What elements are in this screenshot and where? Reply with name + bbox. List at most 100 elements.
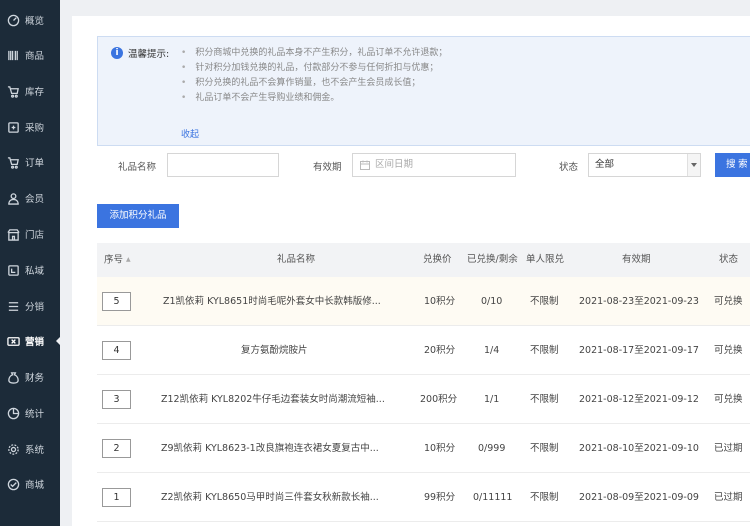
limit-cell: 不限制 bbox=[530, 443, 559, 454]
gift-name-cell: Z2凯依莉 KYL8650马甲时尚三件套女秋新款长袖... bbox=[161, 492, 379, 503]
limit-cell: 不限制 bbox=[530, 394, 559, 405]
main-content: i 温馨提示: 积分商城中兑换的礼品本身不产生积分，礼品订单不允许退款； 针对积… bbox=[72, 16, 750, 526]
seq-input[interactable]: 2 bbox=[102, 439, 131, 458]
gift-name-cell: Z12凯依莉 KYL8202牛仔毛边套装女时尚潮流短袖... bbox=[161, 394, 385, 405]
private-domain-icon bbox=[7, 264, 20, 277]
dashboard-icon bbox=[7, 14, 20, 27]
collapse-link[interactable]: 收起 bbox=[181, 127, 199, 140]
sidebar-item-stores[interactable]: 门店 bbox=[0, 220, 60, 248]
validity-date-range-input[interactable]: 区间日期 bbox=[352, 153, 516, 177]
sidebar-item-purchase[interactable]: 采购 bbox=[0, 113, 60, 141]
sidebar-item-label: 商品 bbox=[25, 51, 45, 62]
add-points-gift-button[interactable]: 添加积分礼品 bbox=[97, 204, 179, 228]
user-icon bbox=[7, 192, 20, 205]
menu-icon bbox=[7, 300, 20, 313]
validity-cell: 2021-08-23至2021-09-23 bbox=[579, 296, 699, 307]
sidebar-item-products[interactable]: 商品 bbox=[0, 41, 60, 69]
seq-input[interactable]: 3 bbox=[102, 390, 131, 409]
notice-item: 针对积分加钱兑换的礼品，付款部分不参与任何折扣与优惠； bbox=[181, 61, 447, 76]
status-cell: 可兑换 bbox=[714, 394, 743, 405]
sidebar-item-statistics[interactable]: 统计 bbox=[0, 399, 60, 427]
seq-input[interactable]: 5 bbox=[102, 292, 131, 311]
gift-name-cell: 复方氨酚烷胺片 bbox=[241, 345, 308, 356]
sidebar-item-label: 系统 bbox=[25, 445, 45, 456]
cart-icon bbox=[7, 85, 20, 98]
sidebar-item-label: 会员 bbox=[25, 194, 45, 205]
chevron-down-icon bbox=[687, 154, 700, 176]
status-select[interactable]: 全部 bbox=[588, 153, 701, 177]
column-header-price: 兑换价 bbox=[423, 254, 452, 265]
sidebar-item-label: 订单 bbox=[25, 158, 45, 169]
notice-title: 温馨提示: bbox=[128, 49, 170, 60]
column-header-seq[interactable]: 序号 ▲ bbox=[104, 243, 131, 277]
sort-icon: ▲ bbox=[126, 256, 131, 263]
validity-cell: 2021-08-17至2021-09-17 bbox=[579, 345, 699, 356]
sidebar-item-label: 分销 bbox=[25, 302, 45, 313]
sidebar-item-members[interactable]: 会员 bbox=[0, 184, 60, 212]
limit-cell: 不限制 bbox=[530, 492, 559, 503]
sidebar-item-label: 统计 bbox=[25, 409, 45, 420]
store-icon bbox=[7, 228, 20, 241]
redeemed-cell: 1/4 bbox=[484, 345, 500, 356]
notice-item: 积分商城中兑换的礼品本身不产生积分，礼品订单不允许退款； bbox=[181, 46, 447, 61]
status-cell: 已过期 bbox=[714, 443, 743, 454]
column-header-validity: 有效期 bbox=[622, 254, 651, 265]
sidebar-item-finance[interactable]: 财务 bbox=[0, 363, 60, 391]
table-header: 序号 ▲ 礼品名称 兑换价 已兑换/剩余 单人限兑 有效期 状态 bbox=[97, 243, 750, 277]
validity-cell: 2021-08-09至2021-09-09 bbox=[579, 492, 699, 503]
column-header-redeemed: 已兑换/剩余 bbox=[467, 254, 518, 265]
sidebar-item-label: 私域 bbox=[25, 266, 45, 277]
gift-name-label: 礼品名称 bbox=[118, 162, 157, 173]
sidebar-item-label: 概览 bbox=[25, 16, 45, 27]
status-label: 状态 bbox=[559, 162, 579, 173]
table-row[interactable]: 5 Z1凯依莉 KYL8651时尚毛呢外套女中长款韩版修... 10积分 0/1… bbox=[97, 277, 750, 326]
column-header-gift-name: 礼品名称 bbox=[277, 254, 316, 265]
pie-chart-icon bbox=[7, 407, 20, 420]
redeemed-cell: 1/1 bbox=[484, 394, 500, 405]
status-selected-value: 全部 bbox=[595, 159, 615, 170]
sidebar-item-label: 采购 bbox=[25, 123, 45, 134]
sidebar-item-system[interactable]: 系统 bbox=[0, 435, 60, 463]
table-row[interactable]: 2 Z9凯依莉 KYL8623-1改良旗袍连衣裙女夏复古中... 10积分 0/… bbox=[97, 424, 750, 473]
redeemed-cell: 0/10 bbox=[481, 296, 503, 307]
cart-icon bbox=[7, 156, 20, 169]
barcode-icon bbox=[7, 49, 20, 62]
validity-cell: 2021-08-12至2021-09-12 bbox=[579, 394, 699, 405]
price-cell: 20积分 bbox=[424, 345, 456, 356]
info-icon: i bbox=[111, 47, 123, 59]
sidebar: 概览 商品 库存 采购 订单 会员 门店 私域 分销 营销 财务 统计 系统 商… bbox=[0, 0, 60, 526]
price-cell: 200积分 bbox=[420, 394, 458, 405]
seq-input[interactable]: 4 bbox=[102, 341, 131, 360]
ticket-icon bbox=[7, 335, 20, 348]
sidebar-item-label: 营销 bbox=[25, 337, 45, 348]
redeemed-cell: 0/999 bbox=[478, 443, 506, 454]
sidebar-item-overview[interactable]: 概览 bbox=[0, 6, 60, 34]
sidebar-item-mall[interactable]: 商城 bbox=[0, 470, 60, 498]
table-row[interactable]: 4 复方氨酚烷胺片 20积分 1/4 不限制 2021-08-17至2021-0… bbox=[97, 326, 750, 375]
price-cell: 99积分 bbox=[424, 492, 456, 503]
sidebar-item-inventory[interactable]: 库存 bbox=[0, 77, 60, 105]
table-row[interactable]: 1 Z2凯依莉 KYL8650马甲时尚三件套女秋新款长袖... 99积分 0/1… bbox=[97, 473, 750, 522]
calendar-icon bbox=[360, 160, 370, 170]
sidebar-item-distribution[interactable]: 分销 bbox=[0, 292, 60, 320]
search-button[interactable]: 搜 索 bbox=[715, 153, 750, 177]
column-header-status: 状态 bbox=[719, 254, 739, 265]
sidebar-item-orders[interactable]: 订单 bbox=[0, 148, 60, 176]
sidebar-item-marketing[interactable]: 营销 bbox=[0, 327, 60, 355]
gift-name-cell: Z9凯依莉 KYL8623-1改良旗袍连衣裙女夏复古中... bbox=[161, 443, 379, 454]
seq-input[interactable]: 1 bbox=[102, 488, 131, 507]
gift-name-cell: Z1凯依莉 KYL8651时尚毛呢外套女中长款韩版修... bbox=[163, 296, 381, 307]
redeemed-cell: 0/11111 bbox=[473, 492, 513, 503]
validity-placeholder: 区间日期 bbox=[375, 159, 414, 170]
sidebar-item-private-domain[interactable]: 私域 bbox=[0, 256, 60, 284]
notice-item: 积分兑换的礼品不会算作销量，也不会产生会员成长值； bbox=[181, 76, 447, 91]
price-cell: 10积分 bbox=[424, 443, 456, 454]
gift-name-input[interactable] bbox=[167, 153, 279, 177]
notice-list: 积分商城中兑换的礼品本身不产生积分，礼品订单不允许退款； 针对积分加钱兑换的礼品… bbox=[181, 46, 447, 106]
sidebar-item-label: 财务 bbox=[25, 373, 45, 384]
table-row[interactable]: 3 Z12凯依莉 KYL8202牛仔毛边套装女时尚潮流短袖... 200积分 1… bbox=[97, 375, 750, 424]
status-cell: 可兑换 bbox=[714, 296, 743, 307]
validity-cell: 2021-08-10至2021-09-10 bbox=[579, 443, 699, 454]
gear-icon bbox=[7, 443, 20, 456]
sidebar-item-label: 商城 bbox=[25, 480, 45, 491]
